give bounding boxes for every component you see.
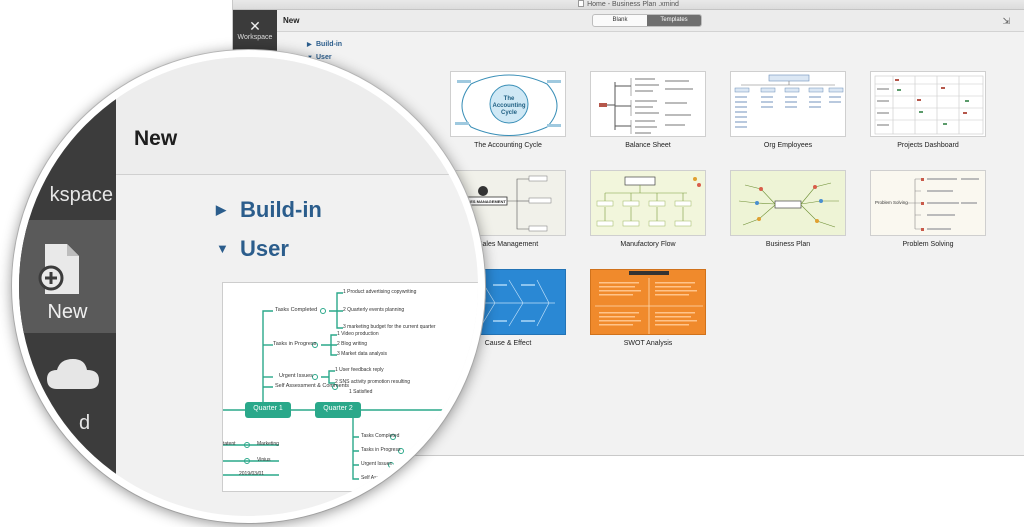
user-template-thumbnail[interactable]: Quarter 1 Quarter 2 Tasks Completed Task… bbox=[222, 282, 478, 492]
share-icon[interactable]: ⇲ bbox=[1002, 16, 1010, 27]
lens-group-user[interactable]: ▼ User bbox=[216, 236, 289, 262]
template-card[interactable]: Org Employees bbox=[730, 71, 846, 149]
template-name: Balance Sheet bbox=[625, 142, 671, 149]
mindmap-topic: 2019/03/01 bbox=[239, 471, 265, 477]
manufactory-flow-preview bbox=[596, 176, 701, 227]
group-builtin[interactable]: ▶ Build-in bbox=[307, 41, 342, 48]
org-employees-preview bbox=[734, 74, 844, 128]
lens-sidebar-new-label: New bbox=[47, 301, 88, 323]
swot-analysis-preview bbox=[595, 271, 703, 334]
sidebar-item-label: Workspace bbox=[237, 34, 273, 41]
new-document-icon bbox=[38, 244, 79, 294]
mindmap-topic: 2 SNS activity promotion resulting bbox=[335, 379, 411, 385]
template-name: Business Plan bbox=[765, 241, 811, 248]
mindmap-quarter-2: Quarter 2 bbox=[323, 405, 353, 412]
template-name: Projects Dashboard bbox=[897, 142, 959, 149]
template-thumbnail bbox=[590, 170, 706, 236]
template-thumbnail bbox=[590, 269, 706, 335]
mindmap-branch: Tasks in Progress bbox=[273, 341, 317, 347]
lens-sidebar-item-workspace[interactable]: kspace bbox=[19, 184, 116, 207]
lens-sidebar-cloud-label: d bbox=[79, 412, 91, 434]
mindmap-topic: Vinius bbox=[257, 457, 271, 463]
document-icon bbox=[578, 0, 585, 7]
mindmap-topic: 3 marketing budget for the current quart… bbox=[343, 324, 436, 330]
template-card[interactable]: Problem Solving Problem Solving bbox=[870, 170, 986, 248]
template-card[interactable]: Balance Sheet bbox=[590, 71, 706, 149]
thumbnail-title: Problem Solving bbox=[875, 200, 908, 205]
lens-toolbar bbox=[116, 57, 478, 175]
view-switch: Blank Templates bbox=[592, 14, 702, 27]
business-plan-preview bbox=[738, 182, 839, 228]
mindmap-topic: 1 Satisfied bbox=[349, 389, 373, 395]
group-label: User bbox=[240, 236, 289, 261]
tab-blank[interactable]: Blank bbox=[593, 15, 647, 26]
template-card[interactable]: Projects Dashboard bbox=[870, 71, 986, 149]
group-label: Build-in bbox=[316, 41, 343, 48]
template-thumbnail bbox=[730, 71, 846, 137]
template-name: Manufactory Flow bbox=[620, 241, 676, 248]
mindmap-topic: Tasks Completed bbox=[361, 433, 400, 439]
toolbar: New Blank Templates ⇲ bbox=[277, 10, 1024, 32]
group-label: Build-in bbox=[240, 197, 322, 222]
disclosure-right-icon: ▶ bbox=[216, 202, 226, 217]
magnifier-lens: New kspace New d ▶ Build-in ▼ User Quart… bbox=[12, 50, 485, 523]
tab-templates[interactable]: Templates bbox=[647, 15, 701, 26]
template-card[interactable]: SWOT Analysis bbox=[590, 269, 706, 347]
thumbnail-title: The Accounting Cycle bbox=[492, 96, 526, 116]
disclosure-down-icon: ▼ bbox=[216, 241, 229, 256]
mindmap-topic: Urgent Issues bbox=[361, 461, 392, 467]
mindmap-topic: 2 Blog writing bbox=[337, 341, 368, 347]
lens-page-title: New bbox=[134, 127, 178, 150]
mindmap-topic: 1 User feedback reply bbox=[335, 367, 384, 373]
cloud-icon bbox=[47, 359, 99, 389]
mindmap-topic: 3 Market data analysis bbox=[337, 351, 388, 357]
sidebar-item-workspace[interactable]: ✕ Workspace bbox=[233, 18, 277, 41]
template-thumbnail bbox=[730, 170, 846, 236]
template-name: Org Employees bbox=[763, 142, 813, 149]
xmind-logo-icon: ✕ bbox=[249, 18, 261, 34]
template-name: Problem Solving bbox=[902, 241, 954, 248]
template-name: SWOT Analysis bbox=[623, 340, 673, 347]
balance-sheet-preview bbox=[599, 78, 693, 134]
template-thumbnail bbox=[590, 71, 706, 137]
projects-dashboard-preview bbox=[874, 75, 984, 135]
mindmap-topic: Tasks in Progress bbox=[361, 447, 401, 453]
mindmap-topic: tatent bbox=[223, 441, 236, 447]
lens-group-builtin[interactable]: ▶ Build-in bbox=[216, 197, 322, 223]
mindmap-topic: Marketing bbox=[257, 441, 279, 447]
mindmap-quarter-1: Quarter 1 bbox=[253, 405, 283, 412]
mindmap-branch: Tasks Completed bbox=[275, 307, 318, 313]
mindmap-topic: 2 Quarterly events planning bbox=[343, 307, 405, 313]
template-thumbnail bbox=[870, 71, 986, 137]
title-bar: Home - Business Plan .xmind bbox=[233, 0, 1024, 10]
mindmap-topic: 1 Product advertising copywriting bbox=[343, 289, 417, 295]
template-card[interactable]: Manufactory Flow bbox=[590, 170, 706, 248]
page-title: New bbox=[283, 16, 300, 25]
window-title: Home - Business Plan .xmind bbox=[587, 1, 679, 8]
template-thumbnail: Problem Solving bbox=[870, 170, 986, 236]
template-card[interactable]: Business Plan bbox=[730, 170, 846, 248]
mindmap-topic: 1 Video production bbox=[337, 331, 379, 337]
disclosure-right-icon: ▶ bbox=[307, 42, 312, 48]
mindmap-branch: Urgent Issues bbox=[279, 373, 313, 379]
mindmap-topic: Self Assem bbox=[361, 475, 387, 481]
